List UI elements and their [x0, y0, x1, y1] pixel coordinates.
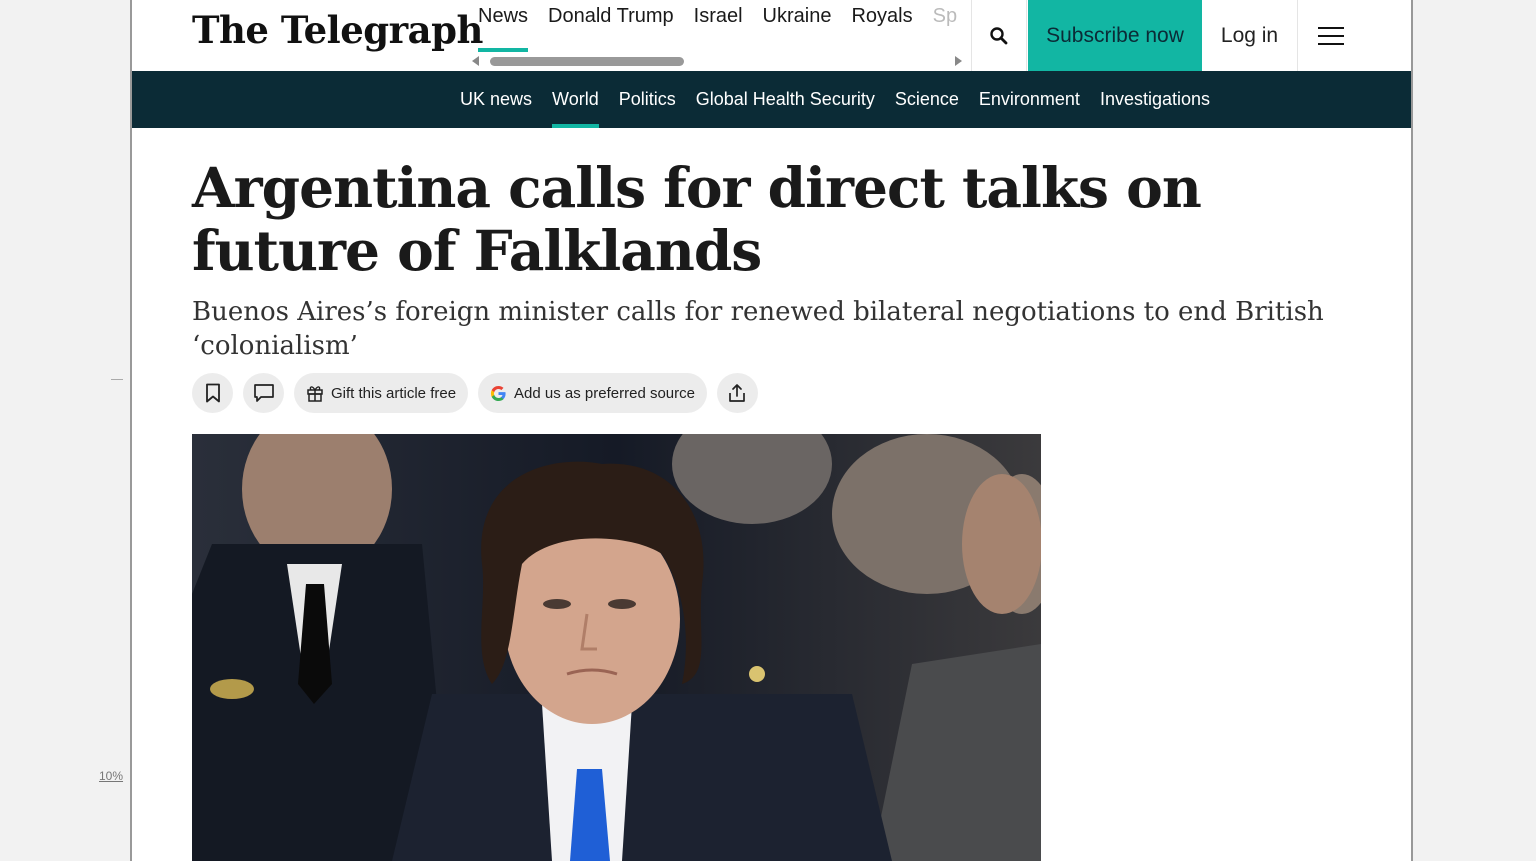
gift-article-label: Gift this article free: [331, 384, 457, 402]
left-gutter: 10%: [0, 0, 130, 861]
bookmark-icon: [205, 383, 220, 403]
hero-image: [192, 434, 1041, 861]
section-nav-item-science[interactable]: Science: [885, 71, 969, 128]
telegraph-logo[interactable]: The Telegraph: [192, 8, 483, 52]
section-nav-item-investigations[interactable]: Investigations: [1090, 71, 1220, 128]
page: The Telegraph News Donald Trump Israel Ukra…: [130, 0, 1413, 861]
search-icon: [990, 26, 1008, 44]
zoom-link[interactable]: 10%: [99, 769, 123, 783]
site-header: The Telegraph News Donald Trump Israel Ukra…: [132, 0, 1411, 71]
scroll-left-arrow-icon[interactable]: [472, 56, 479, 66]
gift-article-button[interactable]: Gift this article free: [294, 373, 469, 413]
comment-icon: [253, 384, 274, 402]
menu-button[interactable]: [1298, 0, 1364, 71]
scroll-thumb[interactable]: [490, 57, 684, 66]
section-nav-item-world[interactable]: World: [542, 71, 609, 128]
preferred-source-label: Add us as preferred source: [514, 384, 695, 402]
gutter-dash: [111, 379, 123, 380]
subscribe-button[interactable]: Subscribe now: [1028, 0, 1202, 71]
login-button[interactable]: Log in: [1202, 0, 1298, 71]
bookmark-button[interactable]: [192, 373, 233, 413]
top-nav-item-news[interactable]: News: [468, 4, 538, 52]
hamburger-menu-icon: [1318, 26, 1344, 45]
preferred-source-button[interactable]: Add us as preferred source: [478, 373, 707, 413]
share-icon: [729, 384, 746, 402]
article-headline: Argentina calls for direct talks on futu…: [192, 155, 1202, 283]
section-nav-item-politics[interactable]: Politics: [609, 71, 686, 128]
top-nav-item-israel[interactable]: Israel: [684, 4, 753, 40]
google-g-icon: [490, 385, 506, 401]
top-nav-item-ukraine[interactable]: Ukraine: [753, 4, 842, 40]
comment-button[interactable]: [243, 373, 284, 413]
scroll-right-arrow-icon[interactable]: [955, 56, 962, 66]
top-nav-scrollbar[interactable]: [472, 56, 962, 66]
article-standfirst: Buenos Aires’s foreign minister calls fo…: [192, 297, 1324, 361]
top-nav-item-donald-trump[interactable]: Donald Trump: [538, 4, 684, 40]
top-nav-item-royals[interactable]: Royals: [841, 4, 922, 40]
right-gutter: [1413, 0, 1536, 861]
share-button[interactable]: [716, 373, 758, 413]
top-nav-item-sp[interactable]: Sp: [923, 4, 967, 40]
article-actions: Gift this article free Add us as preferr…: [192, 373, 758, 413]
section-nav-item-uk-news[interactable]: UK news: [450, 71, 542, 128]
section-nav: UK news World Politics Global Health Securi…: [132, 71, 1411, 128]
section-nav-item-global-health-security[interactable]: Global Health Security: [686, 71, 885, 128]
gift-icon: [307, 386, 323, 402]
top-nav: News Donald Trump Israel Ukraine Royals Sp: [468, 0, 968, 71]
hero-photo-illustration: [192, 434, 1041, 861]
search-button[interactable]: [971, 0, 1027, 71]
section-nav-item-environment[interactable]: Environment: [969, 71, 1090, 128]
